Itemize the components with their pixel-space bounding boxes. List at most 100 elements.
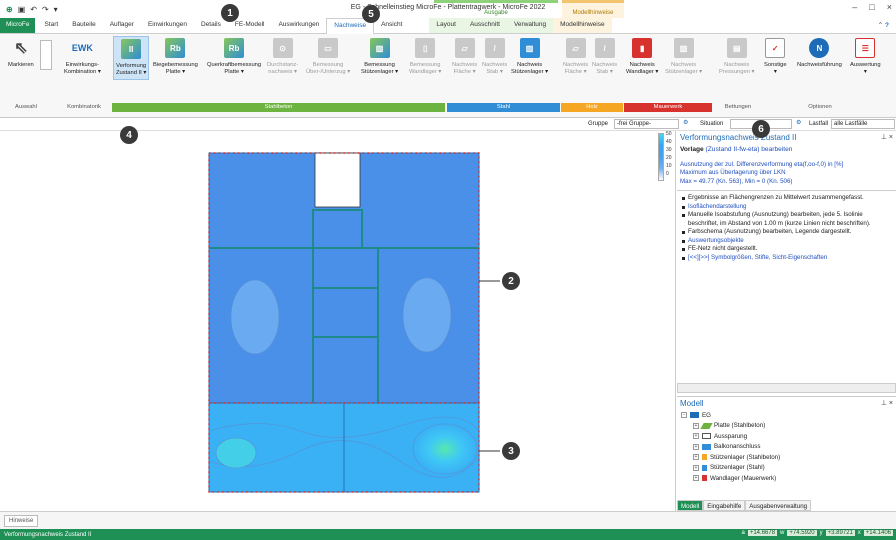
nachweis-pressungen-button[interactable]: ▤ Nachweis Pressungen ▾ [719,38,754,76]
plate-drawing[interactable] [0,131,676,511]
tab-ausschnitt[interactable]: Ausschnitt [462,18,507,33]
tab-einwirkungen[interactable]: Einwirkungen [141,18,194,33]
stahl-nachweis-stuetzenlager-button[interactable]: ▥ Nachweis Stützenlager ▾ [511,38,548,76]
nachweisfuehrung-button[interactable]: N Nachweisführung [797,38,842,69]
tab-layout[interactable]: Layout [429,18,463,33]
stuetze-stahl-icon [702,464,707,471]
hinweise-tab[interactable]: Hinweise [4,515,39,527]
unterzug-icon: ▭ [318,38,339,58]
mauerwerk-nachweis-stuetzenlager-button[interactable]: ▥ Nachweis Stützenlager ▾ [665,38,702,76]
balkon-icon [702,443,711,450]
verformung-icon: II [121,39,142,59]
mauerwerk-stuetze-icon: ▥ [673,38,694,58]
model-panel: Modell ⊥ × − EG + Platte (Stahlbeton) + Aus… [677,396,896,498]
tab-start[interactable]: Start [35,18,65,33]
model-pin-close-icon[interactable]: ⊥ × [881,399,893,408]
wandlager-icon [702,475,707,482]
durchstanznachweis-button[interactable]: ⊙ Durchstanz- nachweis ▾ [267,38,298,76]
context-group-modellhinweise: Modellhinweise [562,0,624,18]
sonstige-icon: ✓ [765,38,786,58]
stahl-stab-icon: / [484,38,505,58]
tree-item[interactable]: + Stützenlager (Stahl) [681,463,896,474]
legend-label: 20 [666,155,672,161]
vorlage-label: Vorlage [680,146,704,153]
tab-ausgabenverwaltung[interactable]: Ausgabenverwaltung [745,500,812,511]
close-icon[interactable]: × [887,2,892,12]
tab-modellhinweise[interactable]: Modellhinweise [553,18,612,33]
stahl-nachweis-flaeche-button[interactable]: ▱ Nachweis Fläche ▾ [452,38,477,76]
tab-ansicht[interactable]: Ansicht [374,18,409,33]
option-item[interactable]: Isoflächendarstellung [680,203,893,212]
option-item[interactable]: Manuelle Isoabstufung (Ausnutzung) bearb… [680,211,893,228]
legend-label: 30 [666,147,672,153]
bemessung-wandlager-button[interactable]: ▯ Bemessung Wandlager ▾ [409,38,441,76]
option-item[interactable]: [<<][>>] Symbolgrößen, Stifte, Sicht-Eig… [680,254,893,263]
bemessung-stuetzenlager-button[interactable]: ▥ Bemessung Stützenlager ▾ [361,38,398,76]
tree-root[interactable]: − EG [681,410,896,421]
tab-modell[interactable]: Modell [677,500,704,511]
mauerwerk-nachweis-wandlager-button[interactable]: ▮ Nachweis Wandlager ▾ [626,38,658,76]
vorlage-edit-link[interactable]: bearbeiten [761,146,792,153]
tree-item[interactable]: + Aussparung [681,431,896,442]
status-bar: Verformungsnachweis Zustand II a +14.6678… [0,529,896,540]
option-item[interactable]: Auswertungsobjekte [680,237,893,246]
sonstige-button[interactable]: ✓ Sonstige ▾ [764,38,787,76]
auswertung-button[interactable]: ☰ Auswertung ▾ [850,38,881,76]
wandlager-icon: ▯ [415,38,436,58]
gruppe-label: Gruppe [588,121,609,127]
holz-nachweis-stab-button[interactable]: / Nachweis Stab ▾ [592,38,617,76]
tree-item[interactable]: + Balkonanschluss [681,442,896,453]
options-list: Ergebnisse an Flächengrenzen zu Mittelwe… [677,190,896,262]
bemessung-unterzug-button[interactable]: ▭ Bemessung Über-/Unterzug ▾ [306,38,350,76]
gruppe-select[interactable]: -frei Gruppe- [614,119,679,129]
filter-icon[interactable]: ⚙ [683,119,688,126]
pressungen-icon: ▤ [726,38,747,58]
vorlage-link[interactable]: (Zustand II-fw-eta) [706,146,760,153]
querkraftbemessung-button[interactable]: Rb Querkraftbemessung Platte ▾ [207,38,261,76]
legend-bar [658,133,664,181]
callout-4: 4 [120,126,138,144]
verformung-zustand-ii-button[interactable]: II Verformung Zustand II ▾ [113,36,150,80]
result-summary: Vorlage (Zustand II-fw-eta) bearbeiten A… [677,146,896,186]
lastfall-filter-icon[interactable]: ⚙ [796,119,801,126]
callout-2: 2 [502,272,520,290]
tab-eingabehilfe[interactable]: Eingabehilfe [703,500,746,511]
selection-tools[interactable] [40,40,52,70]
biegebemessung-icon: Rb [165,38,186,58]
group-stahl: Stahl [447,103,560,112]
option-item[interactable]: Farbschema (Ausnutzung) bearbeiten, Lege… [680,228,893,237]
markieren-button[interactable]: ⇖ Markieren [8,38,34,69]
biegebemessung-button[interactable]: Rb Biegebemessung Platte ▾ [153,38,198,76]
ewk-text-icon: EWK [71,42,93,53]
ewk-button[interactable]: EWK Einwirkungs- Kombination ▾ [64,38,101,76]
tab-microfe[interactable]: MicroFe [0,18,36,33]
tree-item[interactable]: + Stützenlager (Stahlbeton) [681,452,896,463]
callout-1: 1 [221,4,239,22]
callout-6: 6 [752,120,770,138]
tree-item[interactable]: + Wandlager (Mauerwerk) [681,473,896,484]
tab-verwaltung[interactable]: Verwaltung [506,18,554,33]
holz-nachweis-flaeche-button[interactable]: ▱ Nachweis Fläche ▾ [563,38,588,76]
stuetze-beton-icon [702,454,707,461]
window-controls: – □ × [852,2,892,12]
tab-details[interactable]: Details [194,18,228,33]
option-item[interactable]: Ergebnisse an Flächengrenzen zu Mittelwe… [680,194,893,203]
lastfall-select[interactable]: alle Lastfälle [831,119,895,129]
panel-scrollbar[interactable] [677,383,896,393]
stuetzenlager-icon: ▥ [369,38,390,58]
ribbon-collapse-icon[interactable]: ⌃ ? [871,18,896,33]
tree-item[interactable]: + Platte (Stahlbeton) [681,421,896,432]
minimize-icon[interactable]: – [852,2,857,12]
tab-auswirkungen[interactable]: Auswirkungen [271,18,326,33]
callout-5: 5 [362,5,380,23]
model-tree: − EG + Platte (Stahlbeton) + Aussparung + Ba… [677,410,896,484]
stahl-nachweis-stab-button[interactable]: / Nachweis Stab ▾ [482,38,507,76]
stahl-stuetze-icon: ▥ [519,38,540,58]
option-item[interactable]: FE-Netz nicht dargestellt. [680,245,893,254]
pin-close-icon[interactable]: ⊥ × [881,133,893,142]
drawing-canvas[interactable] [0,131,676,511]
tab-auflager[interactable]: Auflager [103,18,141,33]
maximize-icon[interactable]: □ [869,2,874,12]
group-bettungen: Bettungen [724,104,752,110]
tab-bauteile[interactable]: Bauteile [65,18,103,33]
